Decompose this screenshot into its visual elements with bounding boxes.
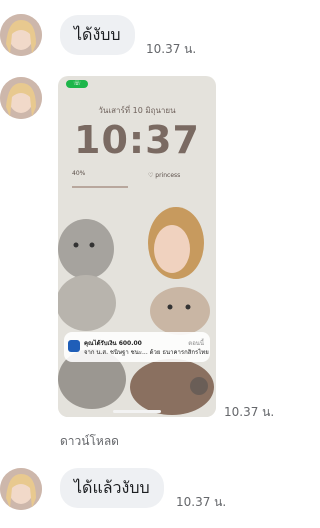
shared-screenshot-image[interactable]: ☏ วันเสาร์ที่ 10 มิถุนายน 10:37 40% ♡ pr… <box>58 76 216 417</box>
battery-widget: 40% <box>72 170 85 177</box>
battery-widget-bar <box>72 186 128 188</box>
avatar[interactable] <box>0 14 42 56</box>
message-bubble[interactable]: ได้งับบ <box>60 15 135 55</box>
message-timestamp: 10.37 น. <box>176 495 227 509</box>
avatar-image <box>0 468 42 510</box>
avatar[interactable] <box>0 77 42 119</box>
name-widget-label: princess <box>155 172 181 179</box>
message-timestamp: 10.37 น. <box>146 42 197 56</box>
download-link[interactable]: ดาวน์โหลด <box>60 432 119 451</box>
avatar-image <box>0 77 42 119</box>
bank-logo-icon <box>68 340 80 352</box>
camera-icon[interactable] <box>190 377 208 395</box>
battery-widget-value: 40% <box>72 170 86 177</box>
lockscreen-date: วันเสาร์ที่ 10 มิถุนายน <box>98 106 176 115</box>
notification-time: ตอนนี้ <box>188 340 204 347</box>
avatar[interactable] <box>0 468 42 510</box>
message-timestamp: 10.37 น. <box>224 405 275 419</box>
call-pill-icon: ☏ <box>66 80 88 88</box>
lockscreen-notification[interactable]: คุณได้รับเงิน 600.00 จาก น.ส. ชนิษฐา ชนะ… <box>64 332 210 362</box>
home-indicator <box>113 410 161 413</box>
phone-status-bar: ☏ <box>66 80 208 90</box>
name-widget: ♡ princess <box>148 172 181 179</box>
lockscreen-clock: 10:37 <box>74 118 200 162</box>
message-bubble[interactable]: ได้แล้วงับบ <box>60 468 164 508</box>
notification-body: จาก น.ส. ชนิษฐา ชนะ... ด้วย ธนาคารกสิกรไ… <box>84 349 209 356</box>
avatar-image <box>0 14 42 56</box>
